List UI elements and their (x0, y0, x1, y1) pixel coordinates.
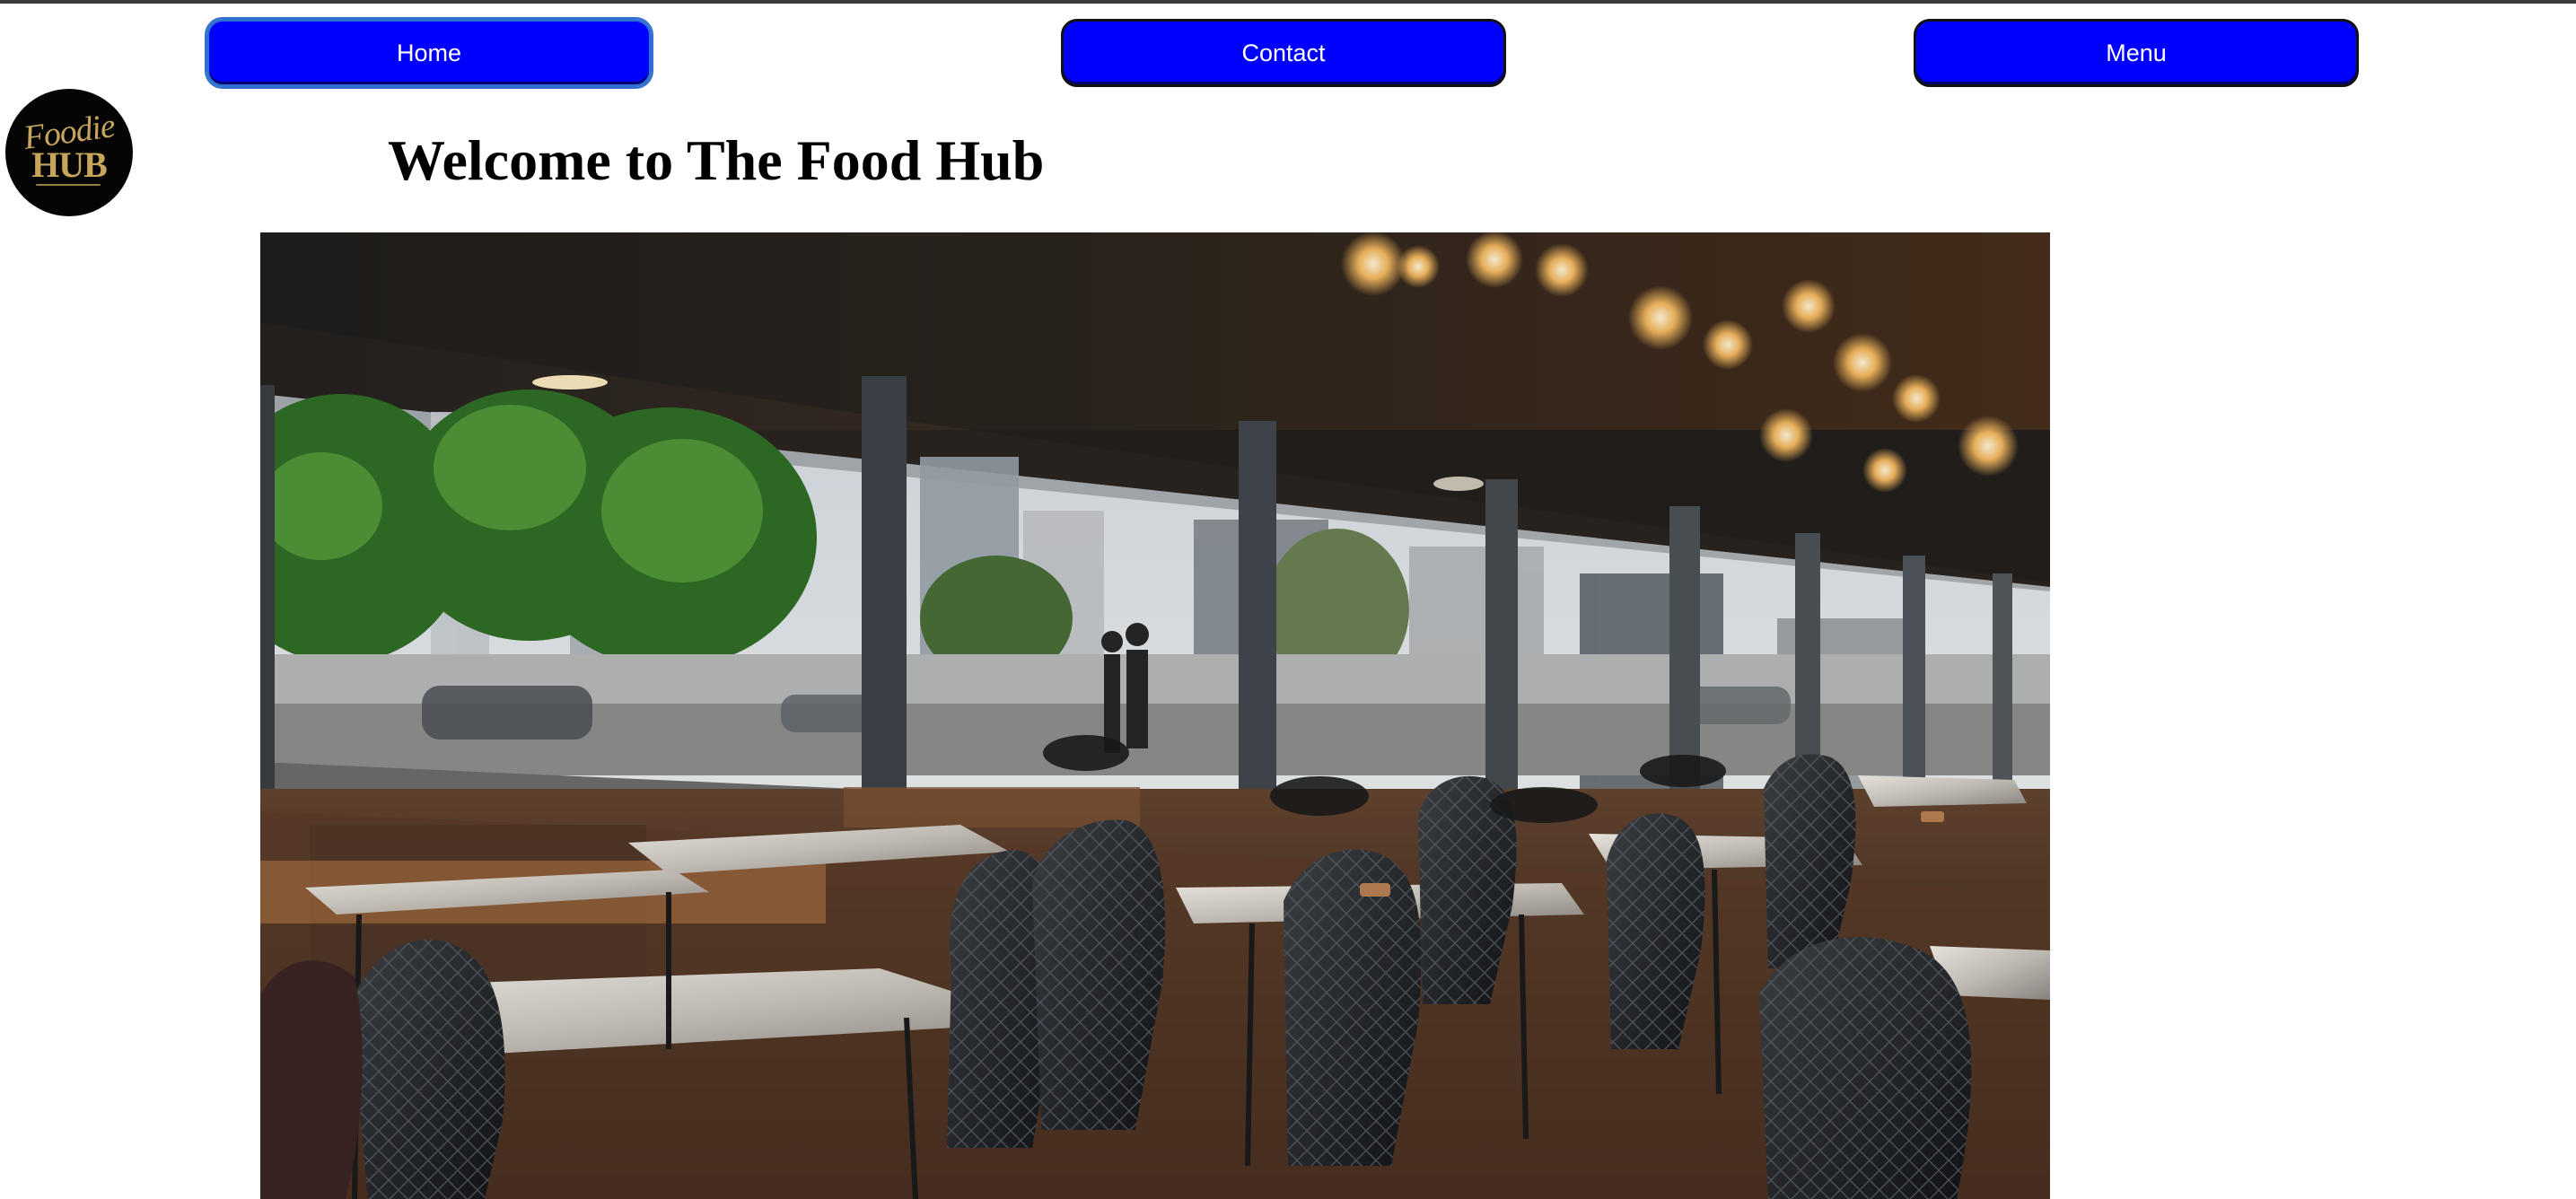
logo-flourish (36, 184, 101, 186)
logo-hub-text: HUB (31, 144, 108, 185)
restaurant-interior-illustration (260, 232, 2050, 1199)
contact-button[interactable]: Contact (1061, 19, 1506, 87)
restaurant-interior-image (260, 232, 2050, 1199)
home-button[interactable]: Home (205, 17, 653, 89)
web-page: Home Contact Menu Foodie HUB Welcome to … (0, 0, 2576, 1199)
page-title: Welcome to The Food Hub (388, 128, 1045, 192)
top-rule (0, 0, 2576, 4)
menu-button[interactable]: Menu (1914, 19, 2359, 87)
foodie-hub-logo: Foodie HUB (5, 89, 133, 216)
